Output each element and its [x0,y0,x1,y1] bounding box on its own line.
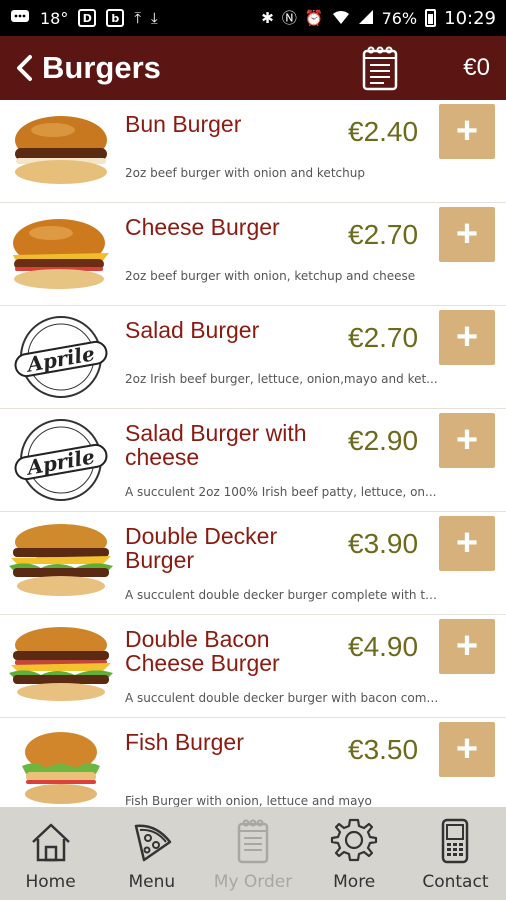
phone-icon [442,818,469,864]
notepad-icon [362,46,398,91]
pizza-slice-icon [134,824,172,862]
item-name: Double Bacon Cheese Burger [125,626,280,676]
nfc-icon: Ⓝ [281,8,297,27]
aprile-logo-image: Aprile [6,314,116,400]
bottom-navigation: Home Menu My Order More Contact [0,807,506,900]
item-description: A succulent double decker burger with ba… [125,691,445,705]
cart-total[interactable]: €0 [463,36,490,100]
menu-item[interactable]: Double Decker Burger €3.90 + A succulent… [0,512,506,615]
add-to-order-button[interactable]: + [439,722,495,777]
item-description: A succulent 2oz 100% Irish beef patty, l… [125,485,437,499]
nav-my-order-label: My Order [213,872,293,892]
item-price: €2.70 [348,219,419,250]
item-description: 2oz beef burger with onion, ketchup and … [125,269,416,283]
add-to-order-button[interactable]: + [439,104,495,159]
nav-contact[interactable]: Contact [405,807,506,900]
signal-icon [358,9,374,28]
nav-contact-label: Contact [422,872,489,892]
add-to-order-button[interactable]: + [439,619,495,674]
add-to-order-button[interactable]: + [439,413,495,468]
item-name: Salad Burger [125,317,260,343]
nav-my-order[interactable]: My Order [202,807,303,900]
aprile-logo-image: Aprile [6,417,116,503]
menu-item[interactable]: Fish Burger €3.50 + Fish Burger with oni… [0,718,506,807]
gear-icon [331,818,378,862]
burger-image [6,520,116,606]
add-to-order-button[interactable]: + [439,207,495,262]
add-to-order-button[interactable]: + [439,310,495,365]
chevron-left-icon [17,55,32,81]
nav-menu-label: Menu [128,872,176,892]
bluetooth-icon: ✱ [261,8,274,27]
burger-image [6,726,116,807]
item-description: A succulent double decker burger complet… [125,588,445,602]
menu-item[interactable]: Cheese Burger €2.70 + 2oz beef burger wi… [0,203,506,306]
battery-icon [425,9,437,27]
burger-image [6,108,116,194]
clock-time: 10:29 [444,7,496,29]
item-name: Bun Burger [125,111,242,137]
alarm-icon: ⏰ [304,8,324,27]
home-icon [31,823,70,862]
item-name: Salad Burger with cheese [125,420,307,470]
add-to-order-button[interactable]: + [439,516,495,571]
burger-image [6,211,116,297]
battery-percent: 76% [381,8,418,28]
menu-item[interactable]: Aprile Salad Burger €2.70 + 2oz Irish be… [0,306,506,409]
item-description: 2oz Irish beef burger, lettuce, onion,ma… [125,372,438,386]
menu-item[interactable]: Aprile Salad Burger with cheese €2.90 + … [0,409,506,512]
b-app-icon: b [106,9,125,27]
message-icon [10,9,30,28]
item-price: €3.90 [348,528,419,559]
menu-item[interactable]: Double Bacon Cheese Burger €4.90 + A suc… [0,615,506,718]
item-description: 2oz beef burger with onion and ketchup [125,166,365,180]
item-price: €3.50 [348,734,419,765]
nav-home[interactable]: Home [0,807,101,900]
page-title: Burgers [42,50,161,85]
burger-image [6,623,116,709]
nav-menu[interactable]: Menu [101,807,202,900]
menu-item-list[interactable]: Bun Burger €2.40 + 2oz beef burger with … [0,100,506,807]
item-price: €4.90 [348,631,419,662]
item-name: Cheese Burger [125,214,280,240]
item-name: Double Decker Burger [125,523,278,573]
app-bar: Burgers €0 [0,36,506,100]
d-app-icon: D [78,9,97,27]
notepad-icon [237,819,269,864]
order-button[interactable] [362,45,398,91]
status-bar: 18° D b ⤒ ⤓ ✱ Ⓝ ⏰ 76% 10:29 [0,0,506,36]
temperature-text: 18° [40,8,69,28]
item-description: Fish Burger with onion, lettuce and mayo [125,794,372,807]
upload-icon: ⤒ [134,8,141,27]
item-price: €2.70 [348,322,419,353]
download-icon: ⤓ [151,8,158,27]
back-button[interactable] [6,36,42,100]
menu-item[interactable]: Bun Burger €2.40 + 2oz beef burger with … [0,100,506,203]
nav-home-label: Home [25,872,76,892]
wifi-icon [332,9,350,28]
item-price: €2.40 [348,116,419,147]
item-name: Fish Burger [125,729,244,755]
nav-more[interactable]: More [304,807,405,900]
item-price: €2.90 [348,425,419,456]
nav-more-label: More [333,872,376,892]
